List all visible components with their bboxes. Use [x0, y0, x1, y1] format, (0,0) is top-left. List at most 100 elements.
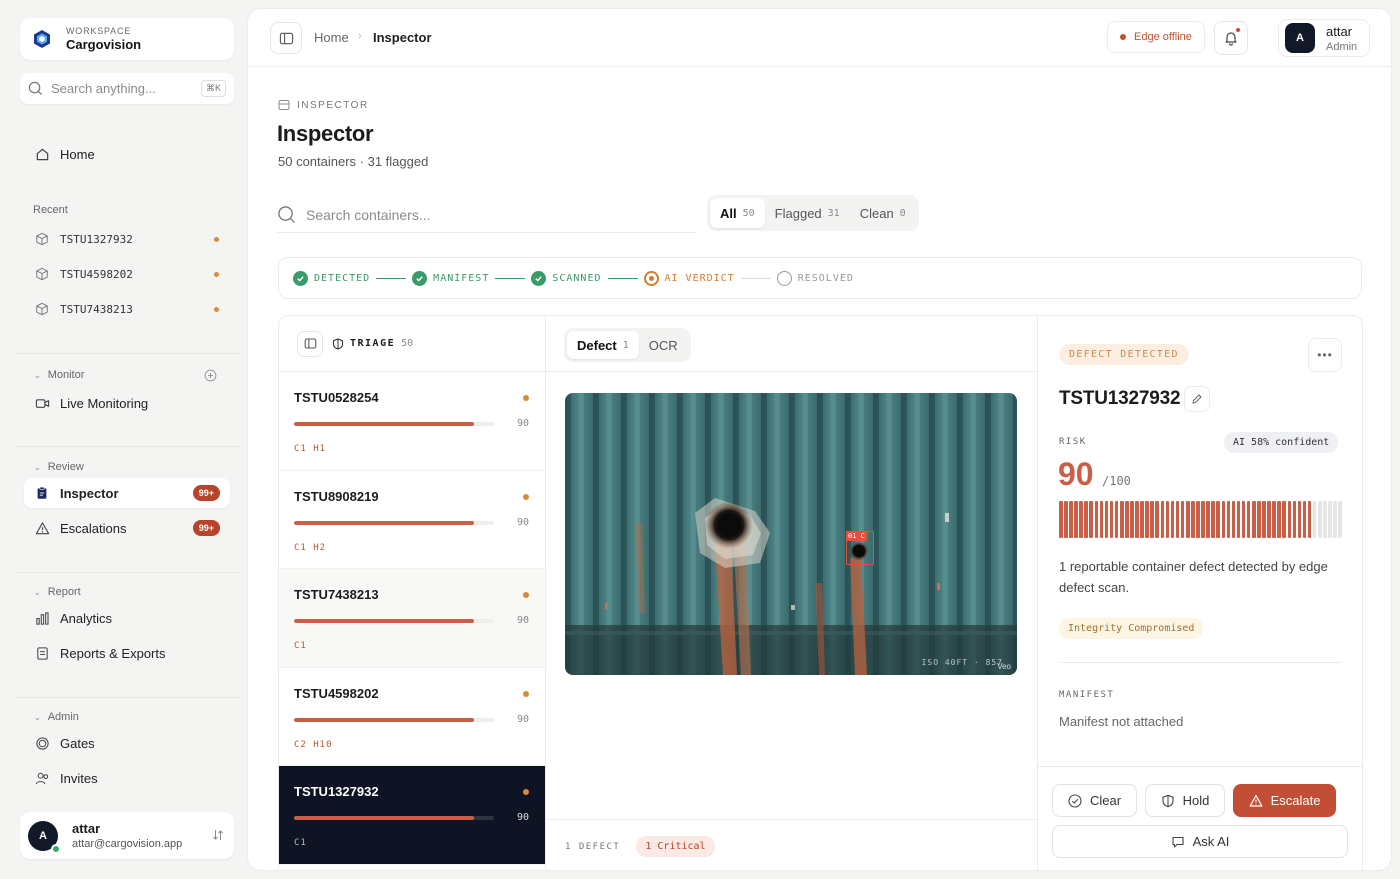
unread-dot: [214, 236, 219, 242]
sidebar-item-live-monitoring[interactable]: Live Monitoring: [24, 388, 230, 418]
confidence-badge: AI 58% confident: [1224, 432, 1339, 453]
risk-meter-tick: [1257, 501, 1261, 538]
triage-row-tags: C1 H2: [294, 542, 327, 553]
ask-ai-button[interactable]: Ask AI: [1052, 825, 1348, 858]
sidebar-item-home[interactable]: Home: [24, 139, 230, 169]
triage-row-tags: C2 H10: [294, 739, 333, 750]
status-dot: [1120, 34, 1126, 40]
global-search-placeholder: Search anything...: [51, 81, 156, 96]
breadcrumb-home[interactable]: Home: [314, 30, 349, 45]
notifications-button[interactable]: [1214, 21, 1248, 55]
manifest-label: MANIFEST: [1059, 690, 1115, 700]
search-icon: [278, 206, 296, 224]
recent-item[interactable]: TSTU7438213: [24, 294, 230, 324]
avatar: A: [28, 820, 61, 854]
sidebar-item-gates[interactable]: Gates: [24, 728, 230, 758]
more-options-button[interactable]: •••: [1308, 338, 1342, 372]
tab-ocr[interactable]: OCR: [639, 331, 688, 359]
tab-defect[interactable]: Defect 1: [567, 331, 639, 359]
triage-row[interactable]: TSTU8908219 90 C1 H2: [279, 471, 545, 570]
warning-triangle-icon: [34, 520, 50, 536]
triage-list: TSTU0528254 90 C1 H1 TSTU8908219 90 C1 H2 TSTU…: [279, 372, 545, 865]
risk-meter-tick: [1175, 501, 1180, 538]
pencil-icon: [1192, 394, 1202, 404]
sidebar-item-reports-exports[interactable]: Reports & Exports: [24, 638, 230, 668]
bar-chart-icon: [34, 610, 50, 626]
report-section-label: Report: [47, 586, 81, 598]
review-section-toggle[interactable]: ⌄ Review: [34, 461, 84, 473]
risk-meter-tick: [1165, 501, 1170, 538]
clear-button[interactable]: Clear: [1052, 784, 1137, 817]
risk-meter-tick: [1287, 501, 1292, 538]
edge-status-badge[interactable]: Edge offline: [1107, 21, 1205, 53]
hold-button[interactable]: Hold: [1145, 784, 1225, 817]
risk-progress-fill: [294, 520, 474, 525]
check-circle-icon: [1068, 793, 1082, 808]
triage-row[interactable]: TSTU0528254 90 C1 H1: [279, 372, 545, 471]
recent-item[interactable]: TSTU4598202: [24, 259, 230, 289]
unread-dot: [214, 306, 219, 312]
container-photo[interactable]: 01 C ISO 40FT · 857 Veo: [565, 393, 1017, 675]
account-menu[interactable]: A attar Admin: [1278, 19, 1370, 57]
collapse-list-button[interactable]: [297, 330, 323, 357]
shield-icon: [332, 337, 344, 350]
viewer-tabs: Defect 1 OCR: [564, 328, 691, 362]
container-search-input[interactable]: Search containers...: [277, 197, 697, 233]
chevron-down-icon: ⌄: [34, 712, 41, 722]
sidebar-item-gates-label: Gates: [60, 735, 95, 751]
toggle-sidebar-button[interactable]: [270, 22, 302, 54]
risk-meter: [1059, 501, 1342, 538]
avatar: A: [1285, 23, 1315, 53]
risk-label: RISK: [1059, 437, 1087, 447]
global-search[interactable]: Search anything... ⌘K: [20, 73, 234, 104]
sidebar-item-escalations-label: Escalations: [60, 520, 127, 536]
sidebar-item-analytics[interactable]: Analytics: [24, 603, 230, 633]
triage-row[interactable]: TSTU1327932 90 C1: [279, 766, 545, 865]
monitor-section-label: Monitor: [47, 369, 85, 381]
triage-row-id: TSTU1327932: [294, 784, 379, 800]
recent-item[interactable]: TSTU1327932: [24, 224, 230, 254]
sidebar-item-home-label: Home: [60, 146, 95, 162]
triage-row-score: 90: [516, 812, 529, 824]
user-menu[interactable]: A attar attar@cargovision.app: [20, 812, 234, 859]
triage-row-score: 90: [516, 516, 529, 528]
breadcrumb-separator-icon: ›: [358, 30, 362, 42]
step-scanned: SCANNED: [531, 270, 601, 286]
escalate-button-label: Escalate: [1270, 793, 1321, 808]
risk-meter-tick: [1328, 501, 1332, 538]
triage-row[interactable]: TSTU7438213 90 C1: [279, 569, 545, 668]
edit-id-button[interactable]: [1184, 386, 1210, 412]
sidebar-item-invites[interactable]: Invites: [24, 763, 230, 793]
triage-row[interactable]: TSTU4598202 90 C2 H10: [279, 668, 545, 767]
filter-count: 31: [827, 207, 840, 219]
workspace-switcher[interactable]: WORKSPACE Cargovision: [20, 18, 234, 60]
search-icon: [28, 81, 43, 96]
filter-flagged[interactable]: Flagged 31: [765, 198, 850, 228]
defect-description: 1 reportable container defect detected b…: [1059, 559, 1328, 595]
risk-meter-tick: [1104, 501, 1109, 538]
risk-meter-tick: [1338, 501, 1342, 538]
risk-meter-tick: [1079, 501, 1083, 538]
triage-header: TRIAGE 50: [279, 316, 545, 372]
risk-meter-tick: [1119, 501, 1124, 538]
page-kicker-label: INSPECTOR: [297, 99, 369, 111]
tab-count: 1: [622, 339, 629, 351]
sidebar-item-escalations[interactable]: Escalations 99+: [24, 513, 230, 543]
flag-dot: [523, 690, 529, 697]
risk-meter-tick: [1272, 501, 1276, 538]
report-section-toggle[interactable]: ⌄ Report: [34, 586, 81, 598]
escalate-button[interactable]: Escalate: [1233, 784, 1336, 817]
sidebar-item-inspector[interactable]: Inspector 99+: [24, 478, 230, 508]
step-connector: [607, 277, 638, 279]
admin-section-toggle[interactable]: ⌄ Admin: [34, 711, 79, 723]
risk-meter-tick: [1307, 501, 1312, 538]
sidebar-item-reports-exports-label: Reports & Exports: [60, 645, 166, 661]
filter-clean[interactable]: Clean 0: [850, 198, 916, 228]
risk-meter-tick: [1059, 501, 1063, 538]
risk-meter-tick: [1236, 501, 1241, 538]
risk-progress-bar: [294, 422, 494, 426]
filter-all[interactable]: All 50: [710, 198, 765, 228]
scanner-icon: [278, 100, 290, 110]
add-circle-icon[interactable]: [204, 369, 217, 382]
monitor-section-toggle[interactable]: ⌄ Monitor: [34, 369, 84, 381]
